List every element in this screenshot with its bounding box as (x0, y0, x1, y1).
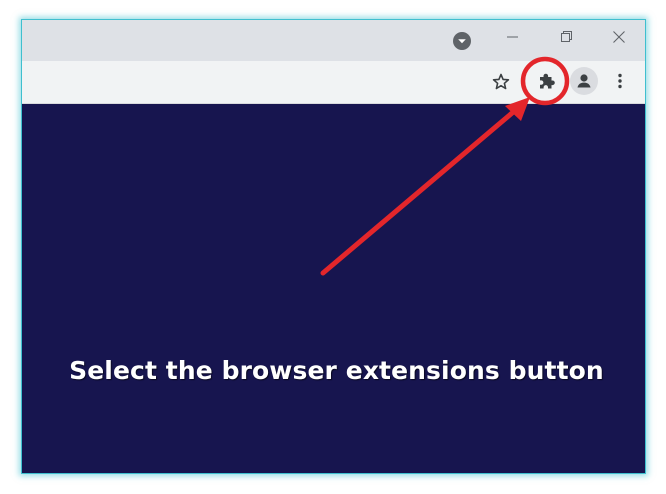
minimize-icon (507, 36, 518, 38)
browser-window: Select the browser extensions button (21, 19, 646, 474)
minimize-button[interactable] (490, 20, 536, 52)
page-content: Select the browser extensions button (22, 104, 645, 473)
kebab-menu-icon (618, 73, 622, 89)
close-icon (613, 31, 625, 43)
restore-icon (561, 31, 572, 42)
instruction-caption: Select the browser extensions button (69, 356, 604, 385)
person-icon (577, 74, 591, 88)
restore-button[interactable] (544, 20, 590, 52)
tab-search-icon[interactable] (453, 32, 471, 50)
bookmark-star-button[interactable] (487, 68, 515, 96)
star-icon (492, 73, 510, 90)
close-button[interactable] (596, 20, 642, 52)
puzzle-piece-icon (540, 73, 555, 89)
chrome-menu-button[interactable] (606, 67, 634, 95)
title-bar (22, 20, 645, 61)
browser-toolbar (22, 61, 645, 104)
profile-button[interactable] (570, 67, 598, 95)
extensions-button[interactable] (532, 67, 560, 95)
